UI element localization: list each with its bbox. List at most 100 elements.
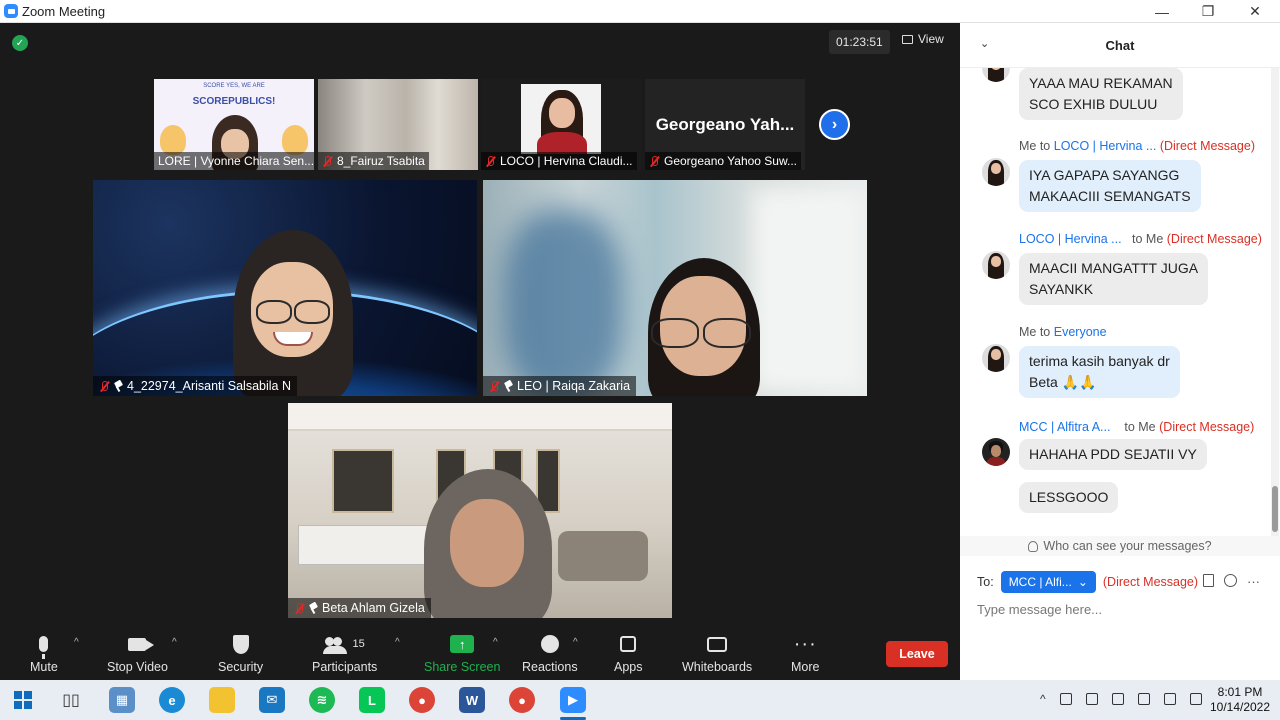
mail-icon[interactable]: ✉ — [259, 687, 285, 713]
avatar — [982, 68, 1010, 82]
line-app-icon[interactable]: L — [359, 687, 385, 713]
window-titlebar: Zoom Meeting — ❐ ✕ — [0, 0, 1280, 23]
stop-video-button[interactable]: Stop Video — [107, 631, 168, 674]
restore-button[interactable]: ❐ — [1185, 0, 1231, 23]
taskbar-clock[interactable]: 8:01 PM 10/14/2022 — [1202, 685, 1278, 715]
zoom-taskbar-icon[interactable]: ▶ — [560, 687, 586, 713]
microphone-icon — [39, 636, 49, 659]
usb-icon[interactable] — [1085, 693, 1098, 705]
clock-time: 8:01 PM — [1217, 685, 1263, 699]
view-button-label: View — [918, 32, 944, 46]
participant-display-name: Georgeano Yah... — [655, 115, 795, 134]
view-button[interactable]: View — [902, 32, 944, 46]
chat-message-bubble: MAACII MANGATTT JUGA SAYANKK — [1019, 253, 1209, 305]
avatar — [982, 344, 1010, 372]
participant-name: LORE | Vyonne Chiara Sen... — [158, 154, 314, 168]
more-dots-icon: ··· — [793, 633, 817, 655]
edge-browser-icon[interactable]: e — [159, 687, 185, 713]
participant-name: LOCO | Hervina Claudi... — [500, 154, 633, 168]
chevron-up-icon[interactable]: ^ — [1040, 692, 1046, 706]
participant-name-label: LOCO | Hervina Claudi... — [481, 152, 637, 170]
task-view-icon[interactable]: ▯▯ — [58, 687, 84, 713]
file-explorer-icon[interactable] — [209, 687, 235, 713]
chat-message-input[interactable] — [977, 602, 1267, 617]
encryption-shield-icon[interactable]: ✓ — [12, 35, 28, 51]
video-options-caret[interactable]: ^ — [172, 637, 177, 648]
share-screen-button[interactable]: ↑ Share Screen — [424, 631, 500, 674]
participant-video-tile[interactable]: 4_22974_Arisanti Salsabila N — [93, 180, 477, 396]
apps-button[interactable]: Apps — [614, 631, 643, 674]
chat-message-list[interactable]: YAAA MAU REKAMAN SCO EXHIB DULUU Me to L… — [960, 68, 1280, 533]
emoji-icon[interactable] — [1224, 574, 1237, 587]
word-icon[interactable]: W — [459, 687, 485, 713]
participant-video-tile[interactable]: LEO | Raiqa Zakaria — [483, 180, 867, 396]
security-button[interactable]: Security — [218, 631, 263, 674]
avatar — [982, 158, 1010, 186]
chat-message-bubble: terima kasih banyak dr Beta 🙏🙏 — [1019, 346, 1180, 398]
chat-message-header: Me to LOCO | Hervina ... (Direct Message… — [1019, 139, 1255, 153]
angel-graphic — [160, 125, 186, 155]
mute-button[interactable]: Mute — [30, 631, 58, 674]
share-screen-icon: ↑ — [450, 635, 475, 653]
next-page-button[interactable]: › — [819, 109, 850, 140]
close-button[interactable]: ✕ — [1232, 0, 1278, 23]
chat-message-bubble: HAHAHA PDD SEJATII VY — [1019, 439, 1207, 470]
participant-thumbnail[interactable]: 8_Fairuz Tsabita — [318, 79, 478, 170]
recipient-select[interactable]: MCC | Alfi... ⌄ — [1000, 571, 1096, 593]
participant-name: 4_22974_Arisanti Salsabila N — [127, 379, 291, 393]
chat-panel: ⌄ Chat YAAA MAU REKAMAN SCO EXHIB DULUU … — [960, 23, 1280, 680]
chat-message-header: LOCO | Hervina ... to Me (Direct Message… — [1019, 232, 1262, 246]
reactions-options-caret[interactable]: ^ — [573, 637, 578, 648]
scrollbar-thumb[interactable] — [1272, 486, 1278, 532]
chrome-icon[interactable]: ● — [409, 687, 435, 713]
calculator-icon[interactable]: ▦ — [109, 687, 135, 713]
chevron-down-icon[interactable]: ⌄ — [980, 37, 989, 50]
volume-icon[interactable] — [1189, 693, 1202, 705]
score-logo-text: SCOREPUBLICS! — [192, 96, 276, 107]
chrome-profile-icon[interactable]: ● — [509, 687, 535, 713]
chevron-right-icon: › — [831, 115, 838, 133]
leave-button[interactable]: Leave — [886, 641, 948, 667]
recipient-row: To: MCC | Alfi... ⌄ (Direct Message) — [977, 571, 1198, 593]
tray-app-icon[interactable] — [1059, 693, 1072, 705]
participant-profile-photo — [521, 84, 601, 154]
windows-start-icon[interactable] — [14, 691, 32, 709]
mic-muted-icon — [294, 602, 305, 614]
more-options-icon[interactable]: ··· — [1247, 574, 1260, 589]
battery-icon[interactable] — [1137, 693, 1150, 705]
participants-label: Participants — [312, 660, 378, 674]
shield-icon — [232, 634, 249, 654]
file-icon[interactable] — [1203, 574, 1214, 587]
more-label: More — [791, 660, 820, 674]
who-can-see-link[interactable]: Who can see your messages? — [960, 536, 1280, 556]
chat-title: Chat — [1105, 37, 1135, 53]
emoji-reaction-icon — [540, 635, 559, 653]
participant-thumbnail[interactable]: Georgeano Yah... Georgeano Yahoo Suw... — [645, 79, 805, 170]
participant-thumbnail[interactable]: SCORE YES, WE ARE SCOREPUBLICS! LORE | V… — [154, 79, 314, 170]
share-screen-label: Share Screen — [424, 660, 501, 674]
pin-icon — [114, 381, 123, 392]
participants-options-caret[interactable]: ^ — [395, 637, 400, 648]
more-button[interactable]: ··· More — [791, 631, 819, 674]
grid-view-icon — [902, 34, 913, 44]
participants-button[interactable]: 15 Participants — [312, 631, 377, 674]
reactions-label: Reactions — [522, 660, 578, 674]
chat-header: ⌄ Chat — [960, 23, 1280, 68]
chat-scrollbar[interactable] — [1271, 68, 1279, 538]
participant-name: Georgeano Yahoo Suw... — [664, 154, 797, 168]
person-icon — [1028, 540, 1039, 552]
audio-options-caret[interactable]: ^ — [74, 637, 79, 648]
spotify-icon[interactable]: ≋ — [309, 687, 335, 713]
wifi-icon[interactable] — [1163, 693, 1176, 705]
chevron-down-icon: ⌄ — [1077, 575, 1088, 589]
video-camera-icon — [128, 637, 155, 651]
minimize-button[interactable]: — — [1139, 0, 1185, 23]
participant-video-tile[interactable]: Beta Ahlam Gizela — [288, 403, 672, 618]
reactions-button[interactable]: Reactions — [522, 631, 578, 674]
participant-thumbnail[interactable]: LOCO | Hervina Claudi... — [481, 79, 641, 170]
whiteboards-button[interactable]: Whiteboards — [682, 631, 752, 674]
share-options-caret[interactable]: ^ — [493, 637, 498, 648]
clock-date: 10/14/2022 — [1209, 700, 1271, 714]
onedrive-icon[interactable] — [1111, 693, 1124, 705]
participants-icon — [322, 637, 347, 654]
